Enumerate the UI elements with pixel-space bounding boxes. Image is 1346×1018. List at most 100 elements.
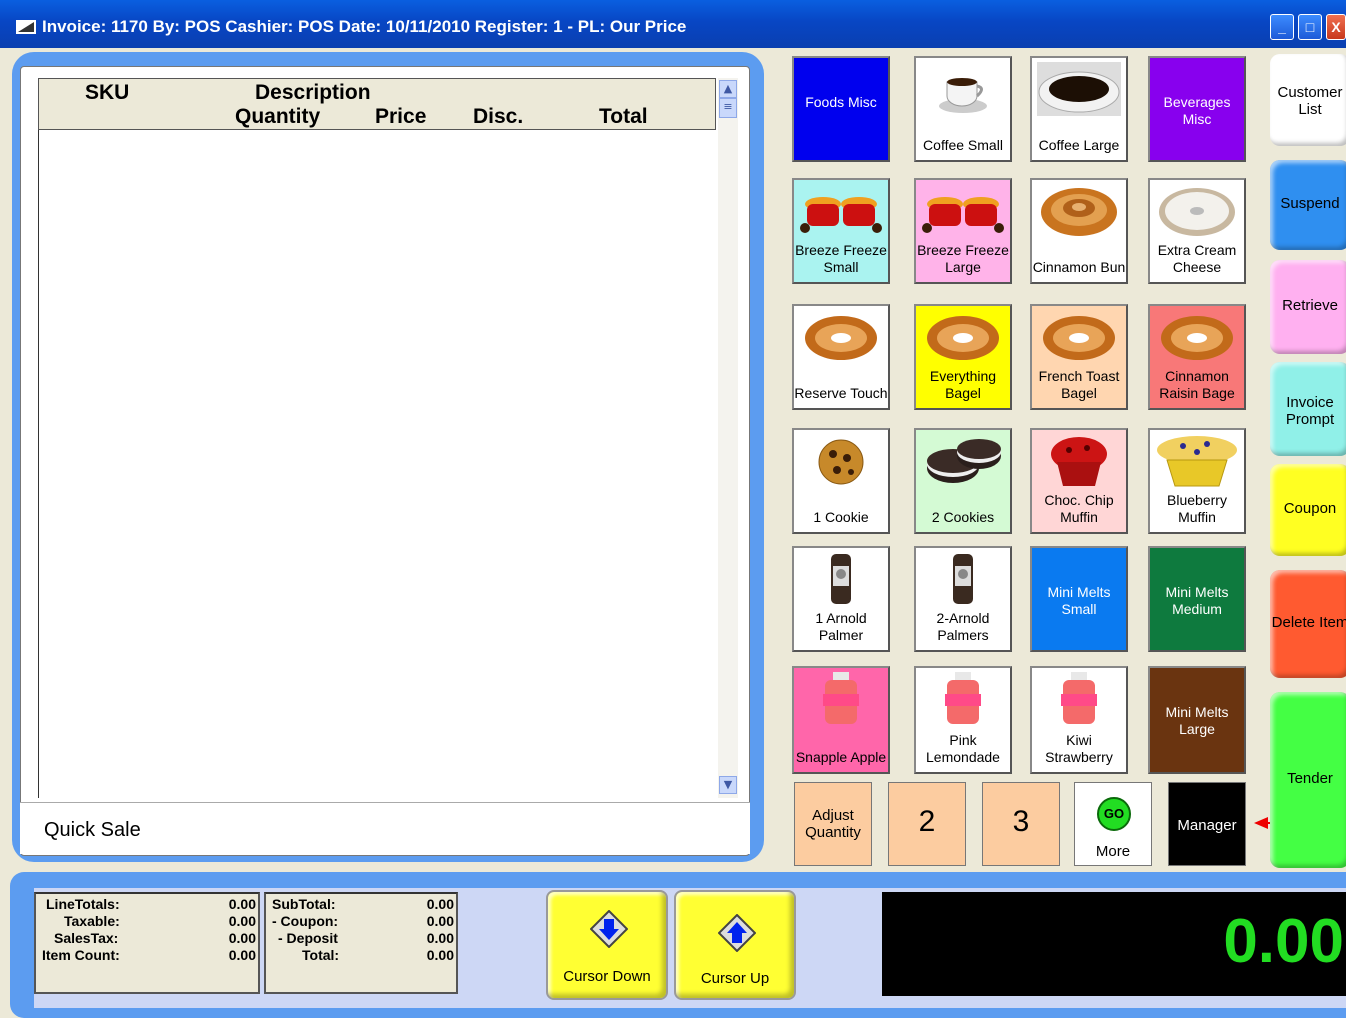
product-button-snapple-apple[interactable]: Snapple Apple [792, 666, 890, 774]
line-totals-box: LineTotals: 0.00 Taxable: 0.00 SalesTax:… [34, 892, 260, 994]
product-button-blueberry-muffin[interactable]: Blueberry Muffin [1148, 428, 1246, 534]
manager-label: Manager [1177, 817, 1237, 834]
product-button-cinnamon-bun[interactable]: Cinnamon Bun [1030, 178, 1128, 284]
product-button-reserve-touch[interactable]: Reserve Touch [792, 304, 890, 410]
breeze-freeze-icon [921, 184, 1005, 242]
suspend-button[interactable]: Suspend [1270, 160, 1346, 250]
delete-item-button[interactable]: Delete Item [1270, 570, 1346, 678]
product-button-2-arnold-palmers[interactable]: 2-Arnold Palmers [914, 546, 1012, 652]
product-label: Extra Cream Cheese [1157, 242, 1237, 275]
cursor-up-button[interactable]: Cursor Up [674, 890, 796, 1000]
total-display: 0.00 [882, 892, 1346, 996]
close-button[interactable]: X [1326, 14, 1346, 40]
total-label: Total: [302, 947, 340, 963]
product-button-beverages-misc[interactable]: Beverages Misc [1148, 56, 1246, 162]
minimize-button[interactable]: _ [1270, 14, 1294, 40]
product-button-breeze-freeze-large[interactable]: Breeze Freeze Large [914, 178, 1012, 284]
more-button[interactable]: GO More [1074, 782, 1152, 866]
adjust-quantity-label: Adjust Quantity [805, 807, 861, 841]
product-button-choc-chip-muffin[interactable]: Choc. Chip Muffin [1030, 428, 1128, 534]
maximize-button[interactable]: □ [1298, 14, 1322, 40]
product-label: Kiwi Strawberry [1045, 732, 1113, 765]
product-button-coffee-small[interactable]: Coffee Small [914, 56, 1012, 162]
product-label: Coffee Large [1038, 137, 1120, 153]
page-3-button[interactable]: 3 [982, 782, 1060, 866]
bagel-icon [921, 310, 1005, 368]
header-quantity: Quantity [235, 105, 321, 128]
product-button-pink-lemondade[interactable]: Pink Lemondade [914, 666, 1012, 774]
product-button-mini-melts-medium[interactable]: Mini Melts Medium [1148, 546, 1246, 652]
coffee-cup-large-icon [1037, 62, 1121, 120]
product-label: Coffee Small [923, 137, 1003, 153]
arrow-down-icon [590, 910, 628, 948]
product-button-mini-melts-large[interactable]: Mini Melts Large [1148, 666, 1246, 774]
app-icon [16, 20, 36, 34]
line-items-grid[interactable] [38, 130, 716, 798]
breeze-freeze-icon [799, 184, 883, 242]
product-button-cinnamon-raisin-bage[interactable]: Cinnamon Raisin Bage [1148, 304, 1246, 410]
coffee-cup-icon [921, 62, 1005, 120]
product-label: 1 Arnold Palmer [815, 610, 867, 643]
drink-can-icon [799, 552, 883, 610]
product-button-everything-bagel[interactable]: Everything Bagel [914, 304, 1012, 410]
product-label: 1 Cookie [813, 509, 869, 525]
product-button-1-cookie[interactable]: 1 Cookie [792, 428, 890, 534]
product-button-foods-misc[interactable]: Foods Misc [792, 56, 890, 162]
tender-label: Tender [1287, 770, 1333, 787]
product-label: Cinnamon Bun [1032, 259, 1126, 275]
cinnamon-bun-icon [1037, 184, 1121, 242]
product-label: Choc. Chip Muffin [1044, 492, 1114, 525]
scroll-down-button[interactable]: ▼ [719, 776, 737, 794]
page-3-label: 3 [1012, 805, 1030, 838]
retrieve-button[interactable]: Retrieve [1270, 260, 1346, 354]
cream-cheese-bagel-icon [1155, 184, 1239, 242]
manager-button[interactable]: Manager [1168, 782, 1246, 866]
line-totals-label: LineTotals: [46, 896, 120, 912]
product-button-kiwi-strawberry[interactable]: Kiwi Strawberry [1030, 666, 1128, 774]
title-bar: Invoice: 1170 By: POS Cashier: POS Date:… [0, 0, 1346, 48]
customer-list-label: Customer List [1277, 84, 1343, 118]
product-label: Cinnamon Raisin Bage [1159, 368, 1235, 401]
deposit-value: 0.00 [426, 930, 454, 946]
customer-list-button[interactable]: Customer List [1270, 54, 1346, 146]
product-button-extra-cream-cheese[interactable]: Extra Cream Cheese [1148, 178, 1246, 284]
coupon-button[interactable]: Coupon [1270, 464, 1346, 556]
grid-scrollbar[interactable]: ▲ ≡ ▼ [718, 78, 738, 798]
quick-sale-field[interactable]: Quick Sale [20, 802, 750, 854]
window-title: Invoice: 1170 By: POS Cashier: POS Date:… [42, 17, 687, 36]
cursor-down-button[interactable]: Cursor Down [546, 890, 668, 1000]
header-disc: Disc. [473, 105, 524, 128]
page-2-button[interactable]: 2 [888, 782, 966, 866]
grid-header: SKU Description Quantity Price Disc. Tot… [38, 78, 716, 130]
adjust-quantity-button[interactable]: Adjust Quantity [794, 782, 872, 866]
product-label: Mini Melts Large [1165, 704, 1229, 737]
product-button-breeze-freeze-small[interactable]: Breeze Freeze Small [792, 178, 890, 284]
product-label: Breeze Freeze Small [795, 242, 887, 275]
quick-sale-label: Quick Sale [44, 819, 141, 841]
invoice-prompt-label: Invoice Prompt [1285, 394, 1335, 428]
product-button-1-arnold-palmer[interactable]: 1 Arnold Palmer [792, 546, 890, 652]
product-label: Breeze Freeze Large [917, 242, 1009, 275]
snapple-bottle-icon [921, 672, 1005, 730]
invoice-prompt-button[interactable]: Invoice Prompt [1270, 362, 1346, 456]
product-button-french-toast-bagel[interactable]: French Toast Bagel [1030, 304, 1128, 410]
snapple-bottle-icon [1037, 672, 1121, 730]
bagel-icon [1155, 310, 1239, 368]
header-sku: SKU [85, 81, 130, 104]
product-button-mini-melts-small[interactable]: Mini Melts Small [1030, 546, 1128, 652]
page-2-label: 2 [918, 805, 936, 838]
deposit-label: - Deposit [278, 930, 338, 946]
muffin-icon [1037, 434, 1121, 492]
item-count-label: Item Count: [42, 947, 120, 963]
scroll-up-button[interactable]: ▲ [719, 80, 737, 98]
arrow-up-icon [718, 914, 756, 952]
coupon-value: 0.00 [426, 913, 454, 929]
product-button-2-cookies[interactable]: 2 Cookies [914, 428, 1012, 534]
cursor-up-label: Cursor Up [700, 970, 770, 987]
sales-tax-label: SalesTax: [54, 930, 119, 946]
coupon-label: - Coupon: [272, 913, 339, 929]
scroll-thumb[interactable]: ≡ [719, 98, 737, 118]
tender-button[interactable]: Tender [1270, 692, 1346, 868]
subtotal-box: SubTotal: 0.00 - Coupon: 0.00 - Deposit … [264, 892, 458, 994]
product-button-coffee-large[interactable]: Coffee Large [1030, 56, 1128, 162]
